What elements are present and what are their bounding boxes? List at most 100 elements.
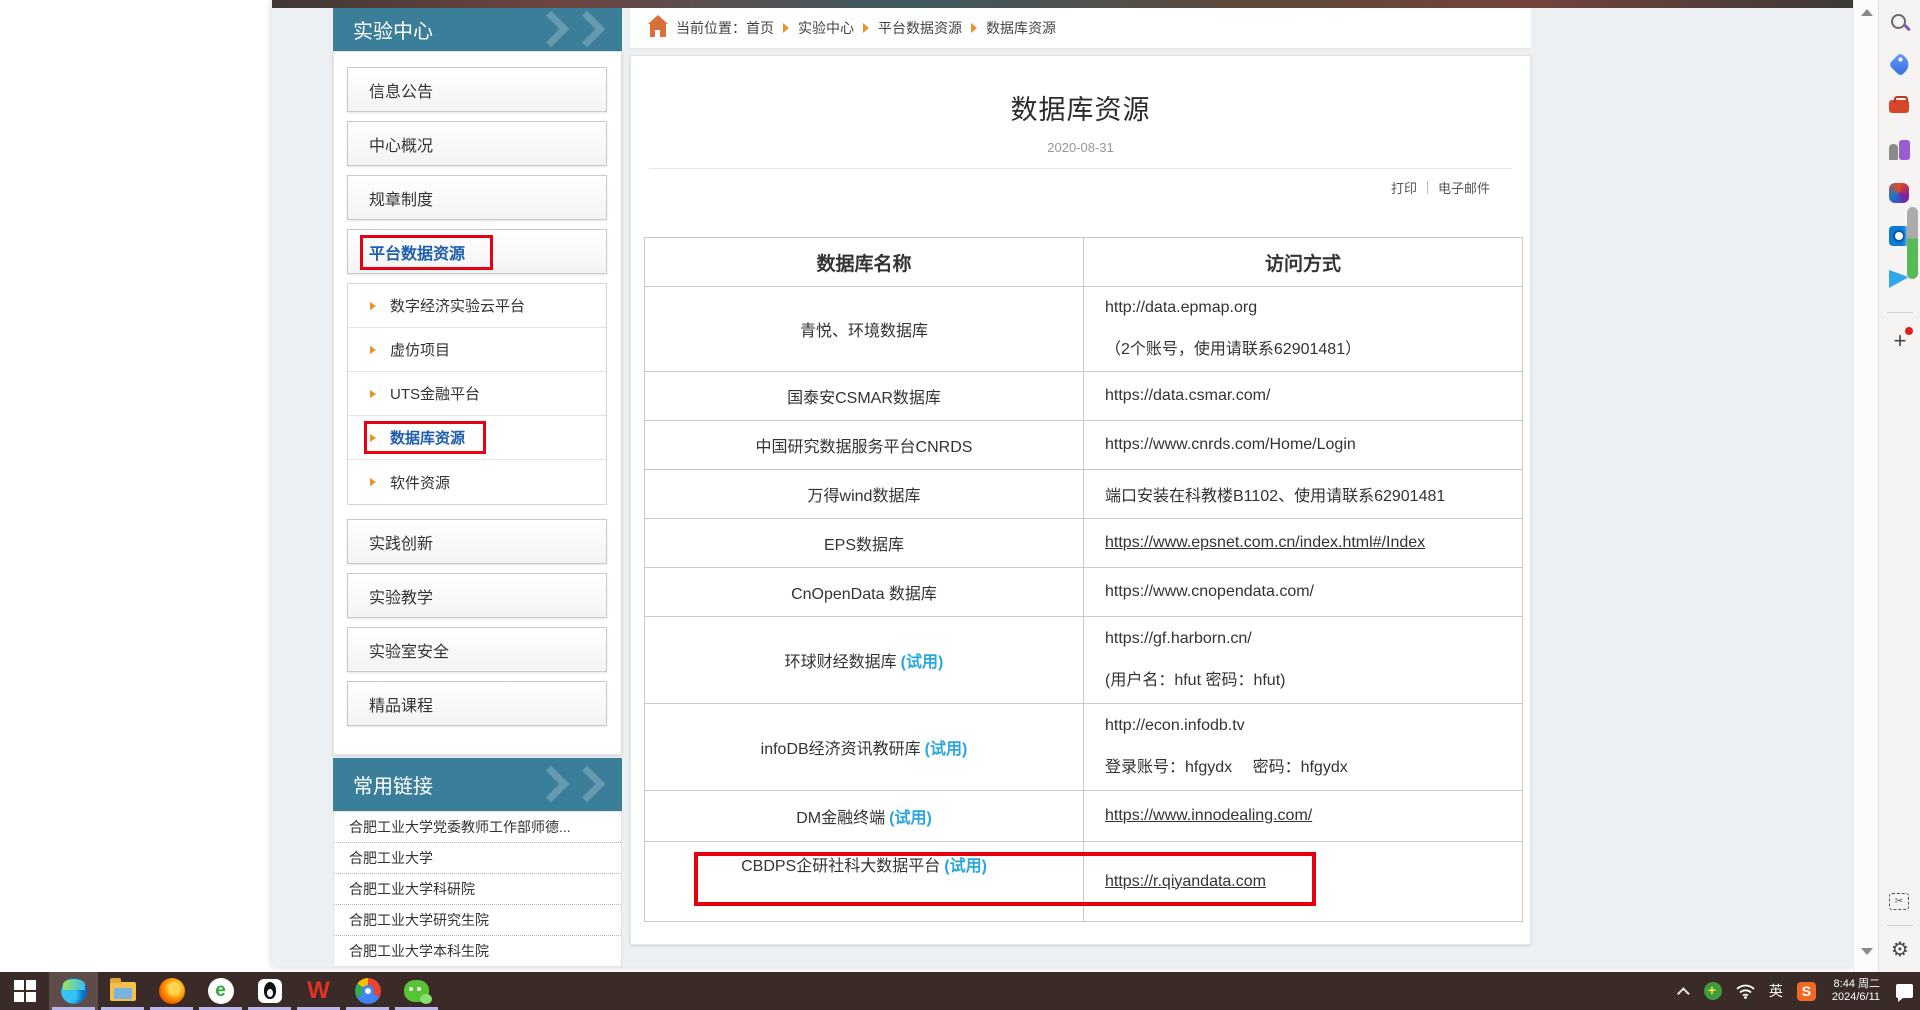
taskbar-chrome[interactable] (343, 972, 392, 1010)
taskbar-wps[interactable]: W (294, 972, 343, 1010)
taskbar-edge[interactable] (49, 972, 98, 1010)
sidebar-subitem-uts-finance[interactable]: UTS金融平台 (348, 372, 606, 416)
wps-icon: W (307, 978, 330, 1004)
sidebar-subitem-digital-economy-cloud[interactable]: 数字经济实验云平台 (348, 284, 606, 328)
sidebar-title: 实验中心 (353, 15, 433, 44)
sidebar-item-practice[interactable]: 实践创新 (347, 519, 607, 564)
trial-badge: (试用) (901, 654, 944, 671)
settings-icon[interactable]: ⚙ (1889, 938, 1911, 960)
db-access-link[interactable]: https://r.qiyandata.com (1105, 873, 1522, 891)
sidebar-item-courses[interactable]: 精品课程 (347, 681, 607, 726)
triangle-bullet-icon (370, 478, 376, 486)
sidebar-item-teaching[interactable]: 实验教学 (347, 573, 607, 618)
sidebar-item-label: 实验室安全 (369, 638, 449, 662)
chevron-decor-icon (569, 766, 606, 803)
toolbox-icon[interactable] (1889, 100, 1909, 113)
home-icon[interactable] (650, 24, 666, 37)
sidebar-subitem-virtual-projects[interactable]: 虚仿项目 (348, 328, 606, 372)
sidebar-item-rules[interactable]: 规章制度 (347, 175, 607, 220)
screenshot-icon[interactable]: ✂ (1889, 893, 1909, 910)
quick-link[interactable]: 合肥工业大学 (334, 843, 621, 874)
scroll-up-icon[interactable] (1861, 9, 1873, 16)
360-browser-icon: e (208, 978, 234, 1004)
sidebar-item-label: 规章制度 (369, 186, 433, 210)
trial-badge: (试用) (889, 810, 932, 827)
breadcrumb-home[interactable]: 首页 (746, 18, 774, 38)
breadcrumb-separator-icon (971, 23, 977, 33)
breadcrumb: 当前位置： 首页 实验中心 平台数据资源 数据库资源 (630, 8, 1531, 50)
tray-expand-button[interactable] (1674, 972, 1697, 1010)
breadcrumb-platform-data[interactable]: 平台数据资源 (878, 18, 962, 38)
firefox-icon (159, 978, 185, 1004)
breadcrumb-center[interactable]: 实验中心 (798, 18, 854, 38)
tray-clock[interactable]: 8:44 周二 2024/6/11 (1823, 972, 1889, 1010)
games-icon[interactable] (1889, 140, 1911, 162)
sidebar-submenu: 数字经济实验云平台 虚仿项目 UTS金融平台 数据库资源 软件资源 (347, 283, 607, 505)
table-row: 青悦、环境数据库 http://data.epmap.org（2个账号，使用请联… (645, 287, 1523, 372)
taskbar-wechat[interactable] (392, 972, 441, 1010)
tray-network[interactable] (1729, 972, 1762, 1010)
microsoft-365-icon[interactable] (1889, 183, 1909, 203)
page-scrollbar[interactable] (1853, 0, 1878, 972)
triangle-bullet-icon (370, 302, 376, 310)
sidebar-item-label: 实验教学 (369, 584, 433, 608)
sidebar-subitem-label: 软件资源 (390, 472, 450, 493)
taskbar-360-browser[interactable]: e (196, 972, 245, 1010)
shopping-tag-icon[interactable] (1888, 52, 1912, 76)
table-row: DM金融终端(试用) https://www.innodealing.com/ (645, 791, 1523, 842)
article-panel: 数据库资源 2020-08-31 打印 电子邮件 数据库名称 访问方式 青悦、环… (630, 55, 1531, 945)
sidebar-item-safety[interactable]: 实验室安全 (347, 627, 607, 672)
sidebar-title-bar: 实验中心 (333, 8, 622, 51)
db-name: CnOpenData 数据库 (791, 586, 937, 603)
outlook-icon[interactable] (1889, 226, 1909, 246)
qq-icon (258, 979, 282, 1003)
language-indicator: 英 (1769, 981, 1783, 1001)
quick-link[interactable]: 合肥工业大学科研院 (334, 874, 621, 905)
taskbar-qq[interactable] (245, 972, 294, 1010)
email-button[interactable]: 电子邮件 (1438, 178, 1490, 197)
quick-link[interactable]: 合肥工业大学本科生院 (334, 936, 621, 967)
breadcrumb-separator-icon (863, 23, 869, 33)
file-explorer-icon (110, 982, 136, 1001)
add-icon[interactable]: + (1889, 330, 1911, 352)
table-header-row: 数据库名称 访问方式 (645, 238, 1523, 287)
db-name: 青悦、环境数据库 (800, 323, 928, 340)
sidebar-subitem-database-resources[interactable]: 数据库资源 (348, 416, 606, 460)
send-plane-icon[interactable] (1889, 270, 1909, 288)
print-button[interactable]: 打印 (1391, 178, 1417, 197)
db-access: http://data.epmap.org (1105, 299, 1522, 317)
trial-badge: (试用) (944, 858, 987, 875)
quick-link[interactable]: 合肥工业大学研究生院 (334, 905, 621, 936)
db-access-link[interactable]: https://www.innodealing.com/ (1105, 807, 1522, 825)
chevron-decor-icon (533, 766, 570, 803)
start-button[interactable] (0, 972, 49, 1010)
sidebar-subitem-software-resources[interactable]: 软件资源 (348, 460, 606, 504)
scroll-down-icon[interactable] (1861, 948, 1873, 955)
db-access: 端口安装在科教楼B1102、使用请联系62901481 (1105, 482, 1522, 506)
db-name: 环球财经数据库 (785, 654, 897, 671)
taskbar-file-explorer[interactable] (98, 972, 147, 1010)
notification-icon (1896, 984, 1913, 998)
trial-badge: (试用) (925, 741, 968, 758)
taskbar-firefox[interactable] (147, 972, 196, 1010)
sidebar-item-overview[interactable]: 中心概况 (347, 121, 607, 166)
db-name: 万得wind数据库 (808, 488, 921, 505)
db-access-link[interactable]: https://www.epsnet.com.cn/index.html#/In… (1105, 534, 1522, 552)
tray-input-language[interactable]: 英 (1762, 972, 1790, 1010)
notification-dot (1905, 327, 1913, 335)
db-name: DM金融终端 (796, 810, 885, 827)
quick-link[interactable]: 合肥工业大学党委教师工作部师德... (334, 812, 621, 843)
table-row: CnOpenData 数据库 https://www.cnopendata.co… (645, 568, 1523, 617)
piece-shape (1899, 140, 1910, 160)
sidebar-item-label: 平台数据资源 (369, 240, 465, 264)
sidebar-item-notice[interactable]: 信息公告 (347, 67, 607, 112)
scrollbar-thumb[interactable] (1907, 207, 1918, 279)
table-row: infoDB经济资讯教研库(试用) http://econ.infodb.tv登… (645, 704, 1523, 791)
tray-360-safe[interactable] (1697, 972, 1729, 1010)
tray-sogou-input[interactable]: S (1790, 972, 1823, 1010)
sidebar-item-platform-data[interactable]: 平台数据资源 (347, 229, 607, 274)
tray-notification-center[interactable] (1889, 972, 1920, 1010)
db-access: http://econ.infodb.tv (1105, 717, 1522, 735)
sidebar-item-label: 实践创新 (369, 530, 433, 554)
search-icon[interactable] (1891, 14, 1906, 29)
